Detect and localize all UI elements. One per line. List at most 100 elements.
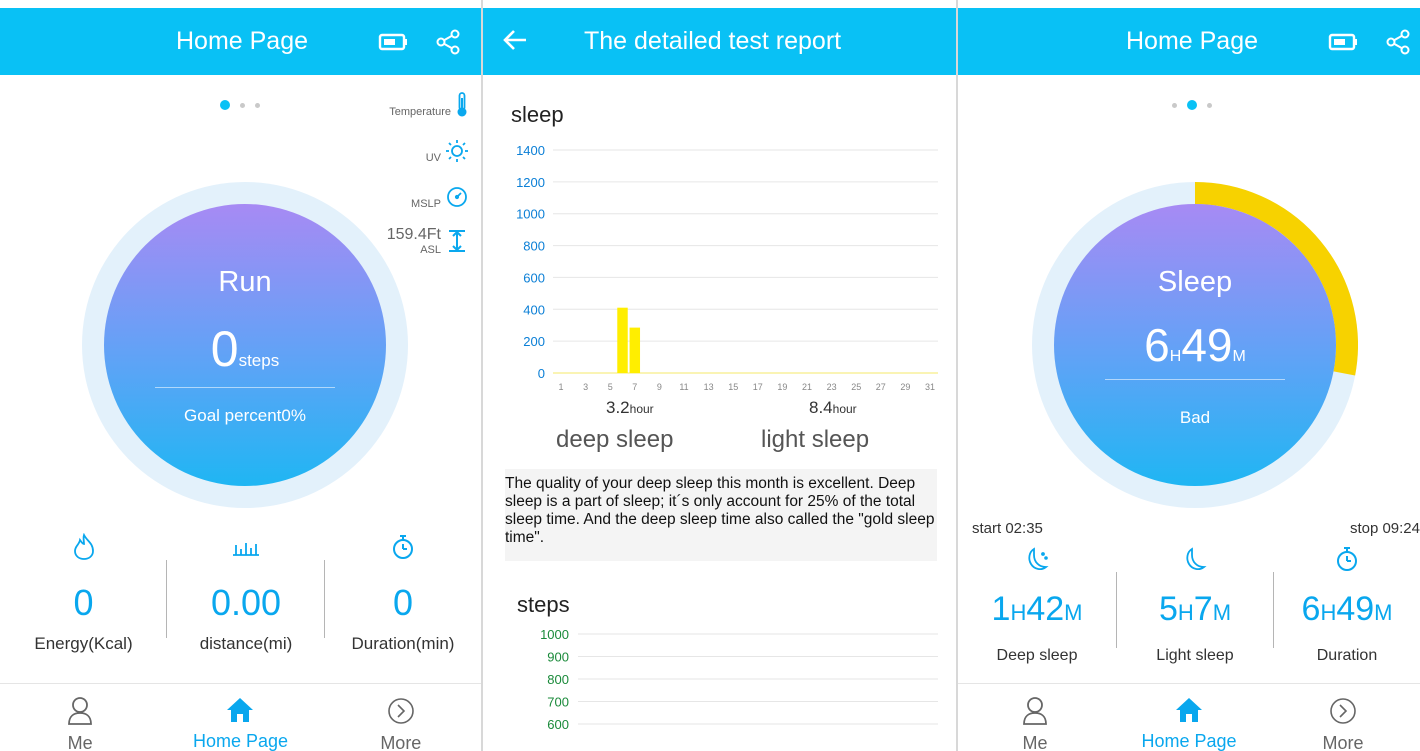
energy-stat[interactable]: 0 Energy(Kcal) [0, 532, 167, 654]
nav-home-label: Home Page [1141, 731, 1237, 751]
nav-more[interactable]: More [1266, 684, 1420, 751]
deep-sleep-value: 3.2 [606, 398, 630, 417]
uv-sensor[interactable]: UV [426, 138, 469, 164]
duration-minutes-value: 49 [1336, 590, 1375, 628]
nav-home-page[interactable]: Home Page [1112, 684, 1266, 751]
sleep-hours-unit: H [1169, 348, 1182, 365]
temperature-sensor[interactable]: Temperature [389, 92, 469, 118]
distance-value: 0.00 [210, 582, 282, 623]
deep-sleep-stat-label: Deep sleep [996, 647, 1078, 664]
app-header: Home Page [0, 8, 481, 75]
y-tick-label: 900 [547, 650, 569, 665]
sleep-duration-readout: 6H49M [1054, 318, 1336, 372]
deep-sleep-stat[interactable]: 1H42M Deep sleep [958, 544, 1116, 665]
nav-me[interactable]: Me [958, 684, 1112, 751]
stats-divider [324, 560, 325, 638]
altitude-sensor[interactable]: 159.4Ft ASL [387, 226, 469, 256]
deep-sleep-label: deep sleep [556, 426, 674, 453]
share-icon[interactable] [434, 28, 462, 56]
nav-more-label: More [380, 733, 422, 751]
light-sleep-value: 8.4 [809, 398, 833, 417]
nav-more[interactable]: More [321, 684, 481, 751]
deep-sleep-minutes-value: 42 [1026, 590, 1065, 628]
sleep-summary-circle[interactable]: Sleep 6H49M Bad [1054, 204, 1336, 486]
home-page-sleep-screen: Home Page Sleep 6H49M Bad start 02:35 st… [958, 0, 1420, 751]
y-tick-label: 1200 [516, 175, 545, 190]
stats-divider [1116, 572, 1117, 648]
steps-readout: 0steps [104, 320, 386, 378]
bottom-navigation: Me Home Page More [958, 683, 1420, 751]
page-dot[interactable] [255, 102, 260, 108]
duration-stat[interactable]: 0 Duration(min) [325, 532, 481, 654]
battery-icon[interactable] [378, 30, 407, 58]
chevron-right-circle-icon [388, 698, 414, 724]
chevron-right-circle-icon [1330, 698, 1356, 724]
x-tick-label: 31 [925, 382, 935, 392]
share-icon[interactable] [1384, 28, 1412, 56]
page-indicator[interactable] [220, 100, 260, 110]
person-icon [68, 697, 93, 725]
sleep-stop-time: stop 09:24 [1349, 520, 1420, 537]
sleep-stats: 1H42M Deep sleep 5H7M Light sleep 6H49M … [958, 544, 1420, 665]
page-dot[interactable] [1172, 102, 1177, 108]
page-dot[interactable] [240, 102, 245, 108]
battery-icon[interactable] [1328, 30, 1357, 58]
run-summary-circle[interactable]: Run 0steps Goal percent0% [104, 204, 386, 486]
page-dot-active[interactable] [1187, 100, 1197, 110]
y-tick-label: 700 [547, 695, 569, 710]
page-dot[interactable] [1207, 102, 1212, 108]
hours-unit: H [1010, 600, 1027, 625]
sun-icon [446, 140, 468, 162]
x-tick-label: 23 [827, 382, 837, 392]
nav-me-label: Me [1022, 733, 1048, 751]
home-icon [1176, 698, 1202, 722]
duration-stat-label: Duration [1316, 647, 1378, 664]
nav-more-label: More [1322, 733, 1364, 751]
home-icon [227, 698, 254, 722]
mslp-sensor[interactable]: MSLP [411, 184, 469, 210]
report-header: The detailed test report [483, 8, 956, 75]
fire-icon [73, 533, 94, 560]
arrow-left-icon[interactable] [501, 26, 529, 54]
light-sleep-stat-label: Light sleep [1156, 647, 1234, 664]
page-indicator[interactable] [1172, 100, 1212, 110]
x-tick-label: 15 [728, 382, 738, 392]
bar-chart-icon [233, 543, 259, 556]
header-title: Home Page [176, 27, 309, 55]
header-title: Home Page [1126, 27, 1259, 55]
page-dot-active[interactable] [220, 100, 230, 110]
sleep-start-time: start 02:35 [972, 520, 1043, 537]
x-tick-label: 21 [802, 382, 812, 392]
steps-chart: 600 700 800 900 1000 [540, 627, 938, 732]
test-report-screen: The detailed test report sleep 0 200 400 60… [483, 0, 956, 751]
light-sleep-stat[interactable]: 5H7M Light sleep [1116, 544, 1274, 665]
nav-me[interactable]: Me [0, 684, 160, 751]
sleep-description: The quality of your deep sleep this mont… [505, 469, 937, 561]
deep-sleep-hours-value: 1 [991, 590, 1011, 628]
x-tick-label: 19 [777, 382, 787, 392]
nav-me-label: Me [67, 733, 93, 751]
y-tick-label: 1000 [516, 207, 545, 222]
total-sleep-duration: 6H49M [1274, 590, 1420, 629]
goal-percent: Goal percent0% [184, 406, 306, 425]
distance-stat[interactable]: 0.00 distance(mi) [167, 532, 325, 654]
y-tick-label: 600 [547, 717, 569, 732]
uv-label: UV [425, 152, 441, 164]
duration-hours-value: 6 [1301, 590, 1321, 628]
light-sleep-label: light sleep [761, 426, 870, 453]
thermometer-icon [457, 92, 467, 117]
x-tick-label: 11 [679, 382, 688, 392]
circle-divider [1105, 379, 1285, 380]
sleep-minutes-unit: M [1232, 348, 1246, 365]
y-tick-label: 0 [538, 366, 545, 381]
steps-value: 0 [210, 321, 239, 377]
sleep-bar [617, 307, 628, 373]
nav-home-page[interactable]: Home Page [160, 684, 320, 751]
hours-unit: H [1177, 600, 1194, 625]
gauge-icon [447, 187, 467, 207]
circle-divider [155, 387, 335, 388]
temperature-label: Temperature [389, 106, 451, 118]
activity-stats: 0 Energy(Kcal) 0.00 distance(mi) 0 Durat… [0, 532, 481, 654]
duration-stat[interactable]: 6H49M Duration [1274, 544, 1420, 665]
home-page-run-screen: Home Page Temperature UV MSLP 159.4Ft AS… [0, 0, 481, 751]
